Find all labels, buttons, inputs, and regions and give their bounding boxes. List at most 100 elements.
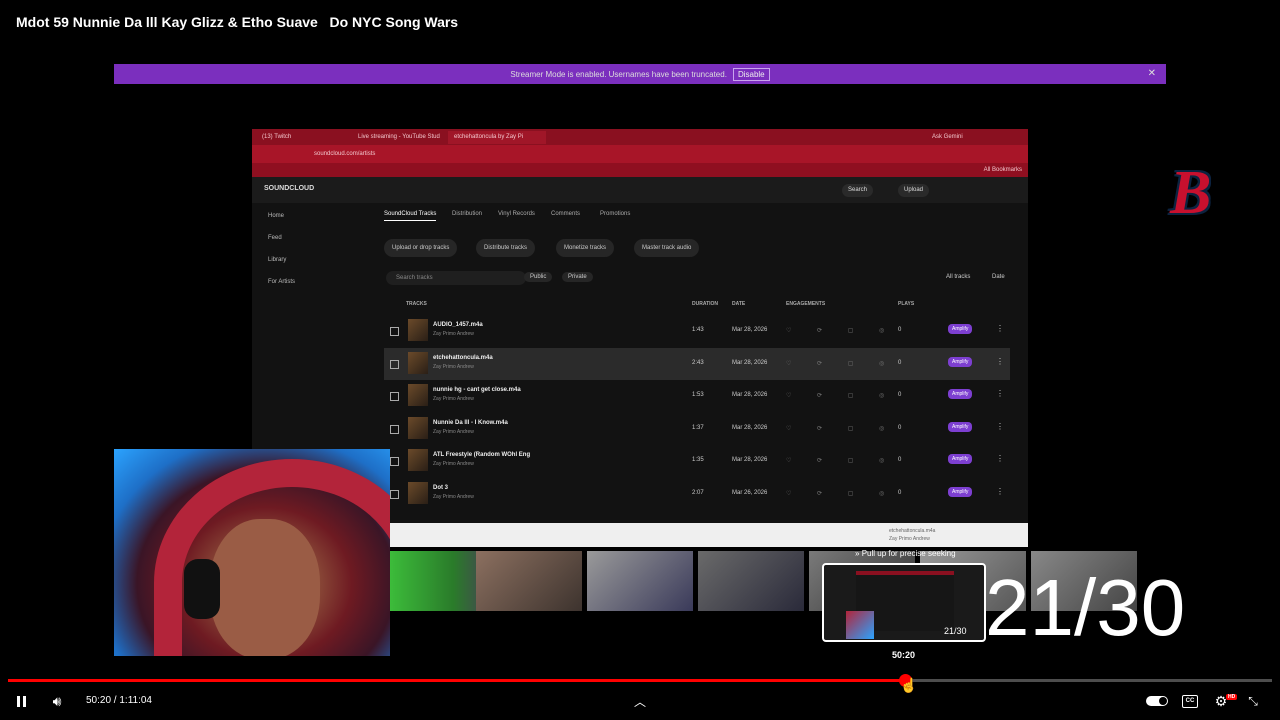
track-artwork <box>408 416 428 439</box>
video-title: Mdot 59 Nunnie Da lll Kay Glizz & Etho S… <box>16 14 459 30</box>
table-row: ATL Freestyle (Random WOhl Eng Zay Primo … <box>384 445 1010 477</box>
webcam-feed <box>114 449 390 656</box>
engagement-icons: ♡ ⟳ ▢ ◎ <box>786 425 897 432</box>
track-artist: Zay Primo Andrew <box>433 331 474 337</box>
track-title: AUDIO_1457.m4a <box>433 322 483 328</box>
streamer-mode-message: Streamer Mode is enabled. Usernames have… <box>510 69 727 79</box>
track-title: Dot 3 <box>433 484 448 491</box>
track-plays: 0 <box>898 359 902 366</box>
table-row: Nunnie Da lll - I Know.m4a Zay Primo Andr… <box>384 413 1010 445</box>
track-artwork <box>408 481 428 504</box>
sc-tab-comments: Comments <box>551 211 581 217</box>
browser-tab-bar: (13) Twitch Live streaming - YouTube Stu… <box>252 129 1028 145</box>
sc-distribute-button: Distribute tracks <box>476 239 536 257</box>
sc-filter-private: Private <box>562 272 593 282</box>
seek-preview-time: 50:20 <box>892 650 916 660</box>
sc-sidebar-for-artists: For Artists <box>268 279 296 285</box>
track-plays: 0 <box>898 327 902 333</box>
seek-hint: » Pull up for precise seeking <box>855 549 956 558</box>
preview-webcam-shape <box>846 611 874 639</box>
more-icon: ⋮ <box>996 356 1004 366</box>
seek-preview-counter: 21/30 <box>944 626 967 636</box>
exit-fullscreen-icon[interactable]: ⤡ <box>1246 692 1260 710</box>
sc-upload-tracks-button: Upload or drop tracks <box>384 239 458 257</box>
participant-thumbnail <box>587 551 693 611</box>
track-title: nunnie hg - cant get close.m4a <box>433 387 521 393</box>
sc-player-artist: Zay Primo Andrew <box>889 536 930 542</box>
track-artist: Zay Primo Andrew <box>433 461 474 467</box>
browser-url: soundcloud.com/artists <box>314 151 376 157</box>
track-date: Mar 28, 2026 <box>732 457 768 463</box>
row-checkbox <box>390 392 399 401</box>
chevron-up-double-icon: » <box>855 549 860 558</box>
col-date: DATE <box>732 301 746 307</box>
progress-played <box>8 679 905 682</box>
row-checkbox <box>390 489 399 499</box>
headphone-icon <box>184 559 220 619</box>
col-tracks: TRACKS <box>406 301 427 307</box>
track-plays: 0 <box>898 489 902 496</box>
sc-mini-player: etchehattoncula.m4a Zay Primo Andrew <box>389 523 1028 547</box>
chevron-up-icon[interactable]: ︿ <box>632 692 648 710</box>
sc-search-tracks-field: Search tracks <box>386 271 526 285</box>
participant-thumbnail <box>476 551 582 611</box>
track-duration: 1:43 <box>692 327 704 333</box>
participant-thumbnail <box>698 551 804 611</box>
engagement-icons: ♡ ⟳ ▢ ◎ <box>786 490 897 497</box>
browser-address-bar: soundcloud.com/artists <box>252 145 1028 163</box>
track-artist: Zay Primo Andrew <box>433 396 474 402</box>
hd-badge: HD <box>1226 694 1238 700</box>
sc-search-button: Search <box>842 184 874 197</box>
track-date: Mar 28, 2026 <box>732 392 768 398</box>
webcam-face-shape <box>210 519 320 656</box>
volume-icon[interactable]: 🔊︎ <box>48 692 66 710</box>
streamer-mode-banner: Streamer Mode is enabled. Usernames have… <box>114 64 1166 84</box>
col-duration: DURATION <box>692 301 719 307</box>
browser-tab-active: etchehattoncula by Zay Pi <box>448 131 546 144</box>
pause-icon[interactable] <box>14 692 28 710</box>
sc-tab-tracks: SoundCloud Tracks <box>384 211 437 221</box>
track-plays: 0 <box>898 424 902 431</box>
track-plays: 0 <box>898 457 902 463</box>
track-duration: 1:35 <box>692 457 704 463</box>
amplify-badge: Amplify <box>948 454 973 464</box>
sc-upload-button: Upload <box>898 184 930 197</box>
cc-icon[interactable]: CC <box>1182 695 1198 708</box>
col-engagements: ENGAGEMENTS <box>786 301 826 307</box>
song-counter: 21/30 <box>985 563 1186 652</box>
close-icon[interactable]: ✕ <box>1148 68 1156 79</box>
track-duration: 2:07 <box>692 489 704 496</box>
sc-tab-distribution: Distribution <box>452 211 483 217</box>
disable-streamer-mode-button[interactable]: Disable <box>732 67 770 81</box>
track-artist: Zay Primo Andrew <box>433 493 474 500</box>
amplify-badge: Amplify <box>948 324 973 334</box>
sc-master-button: Master track audio <box>634 239 700 257</box>
more-icon: ⋮ <box>996 454 1004 463</box>
engagement-icons: ♡ ⟳ ▢ ◎ <box>786 393 897 399</box>
ask-gemini-label: Ask Gemini <box>932 134 963 140</box>
track-artwork <box>408 384 428 406</box>
table-row: Dot 3 Zay Primo Andrew 2:07 Mar 26, 2026 ♡ ⟳… <box>384 478 1010 510</box>
time-display: 50:20 / 1:11:04 <box>86 695 152 706</box>
autoplay-toggle[interactable] <box>1146 696 1168 706</box>
track-duration: 1:53 <box>692 392 704 398</box>
row-checkbox <box>390 457 399 466</box>
more-icon: ⋮ <box>996 389 1004 398</box>
track-artist: Zay Primo Andrew <box>433 428 474 435</box>
soundcloud-logo: SOUNDCLOUD <box>264 185 315 192</box>
red-sox-logo: B <box>1170 159 1212 227</box>
table-row: nunnie hg - cant get close.m4a Zay Primo … <box>384 380 1010 412</box>
sc-filter-public: Public <box>524 272 553 282</box>
track-duration: 2:43 <box>692 359 704 366</box>
more-icon: ⋮ <box>996 421 1004 431</box>
track-artwork <box>408 319 428 341</box>
all-bookmarks-label: All Bookmarks <box>983 167 1022 173</box>
track-title: etchehattoncula.m4a <box>433 354 493 361</box>
track-date: Mar 28, 2026 <box>732 359 768 366</box>
progress-bar[interactable] <box>8 674 1272 687</box>
bookmarks-bar: All Bookmarks <box>252 163 1028 177</box>
row-checkbox <box>390 359 399 369</box>
engagement-icons: ♡ ⟳ ▢ ◎ <box>786 458 897 464</box>
table-row: AUDIO_1457.m4a Zay Primo Andrew 1:43 Mar 28… <box>384 315 1010 347</box>
track-date: Mar 26, 2026 <box>732 489 768 496</box>
